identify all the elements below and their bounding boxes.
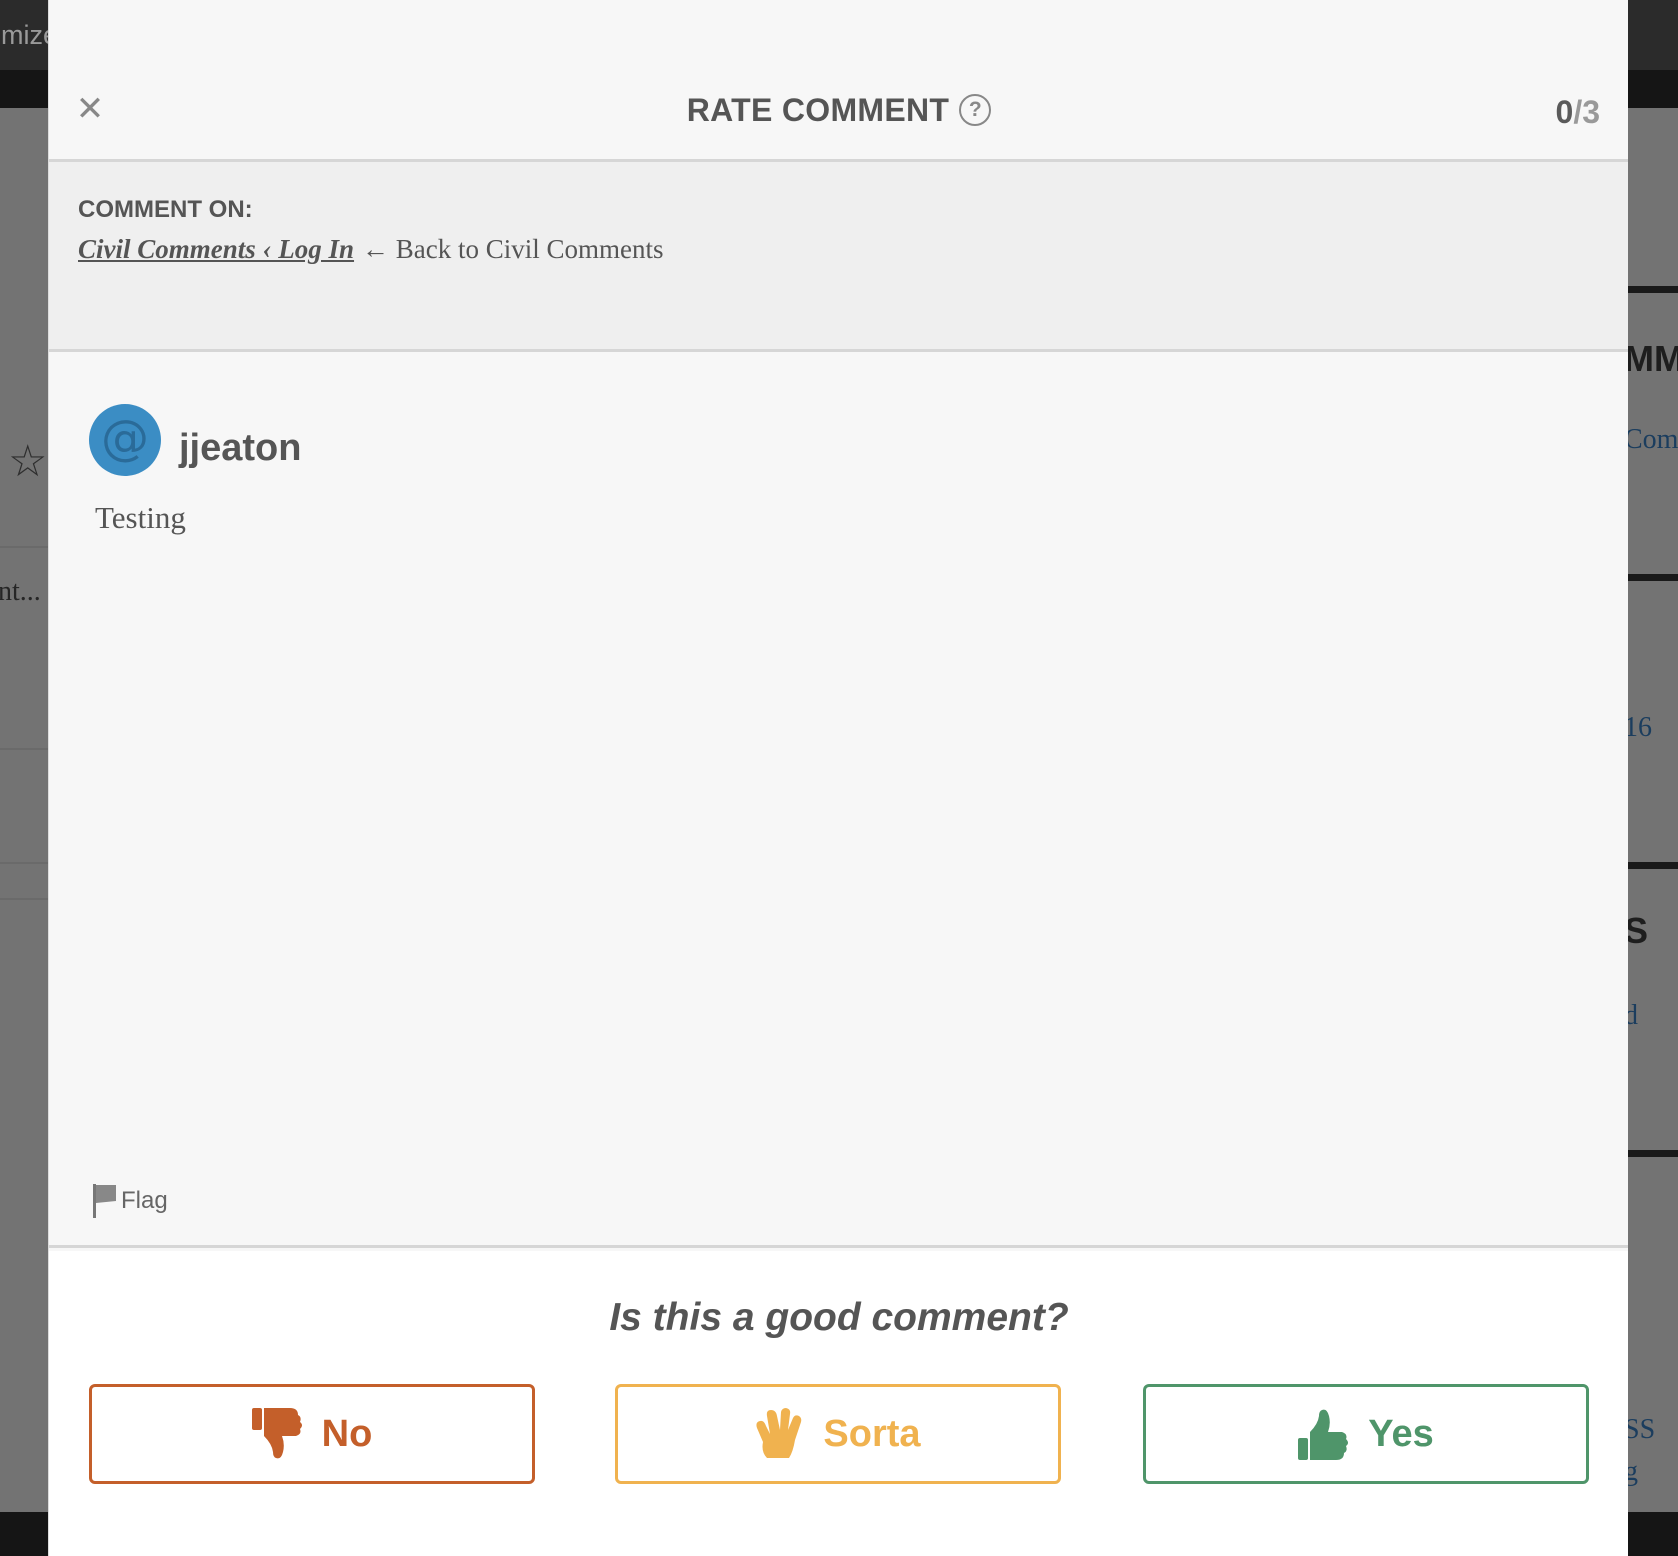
comment-body-area xyxy=(49,355,1628,1248)
flag-button[interactable]: Flag xyxy=(93,1184,168,1224)
progress-counter: 0/3 xyxy=(1556,94,1600,131)
rating-question: Is this a good comment? xyxy=(609,1296,1069,1339)
yes-button[interactable]: Yes xyxy=(1143,1384,1589,1484)
background-divider xyxy=(0,748,48,750)
sorta-button[interactable]: Sorta xyxy=(615,1384,1061,1484)
background-divider xyxy=(0,898,48,900)
progress-total: 3 xyxy=(1582,94,1600,130)
modal-title: RATE COMMENT xyxy=(686,92,950,128)
comment-context-line: Civil Comments ‹ Log In ← Back to Civil C… xyxy=(78,234,664,265)
comment-text: Testing xyxy=(95,500,186,535)
thumbs-up-icon xyxy=(1298,1409,1349,1460)
article-link[interactable]: Civil Comments ‹ Log In xyxy=(78,234,354,264)
thumbs-down-icon xyxy=(251,1408,302,1459)
modal-header xyxy=(49,0,1628,162)
sorta-button-label: Sorta xyxy=(823,1412,921,1455)
no-button[interactable]: No xyxy=(89,1384,535,1484)
modal-title-wrap: RATE COMMENT? xyxy=(49,92,1628,129)
background-link: Com xyxy=(1624,424,1678,455)
yes-button-label: Yes xyxy=(1368,1412,1434,1455)
flag-icon xyxy=(93,1184,116,1218)
avatar[interactable]: @ xyxy=(89,404,161,476)
background-rule xyxy=(1628,286,1678,293)
star-icon: ☆ xyxy=(8,437,48,486)
hand-wave-icon xyxy=(756,1408,802,1458)
no-button-label: No xyxy=(321,1412,373,1455)
background-left-text: nt... xyxy=(0,576,41,607)
background-rule xyxy=(1628,862,1678,869)
background-rule xyxy=(1628,574,1678,581)
help-icon[interactable]: ? xyxy=(959,93,992,126)
progress-separator: / xyxy=(1573,94,1583,130)
background-rule xyxy=(1628,1150,1678,1157)
article-link-suffix: ← Back to Civil Comments xyxy=(362,234,664,264)
comment-username[interactable]: jjeaton xyxy=(179,427,301,470)
background-heading: MM xyxy=(1624,338,1678,379)
background-divider xyxy=(0,862,48,864)
progress-done: 0 xyxy=(1555,94,1574,130)
comment-on-label: COMMENT ON: xyxy=(78,196,253,223)
background-link: SS xyxy=(1624,1414,1656,1445)
rate-comment-modal: ✕ RATE COMMENT? 0/3 COMMENT ON: Civil Co… xyxy=(48,0,1628,1556)
background-link: 16 xyxy=(1624,712,1652,743)
background-divider xyxy=(0,546,48,548)
flag-label: Flag xyxy=(121,1187,168,1214)
